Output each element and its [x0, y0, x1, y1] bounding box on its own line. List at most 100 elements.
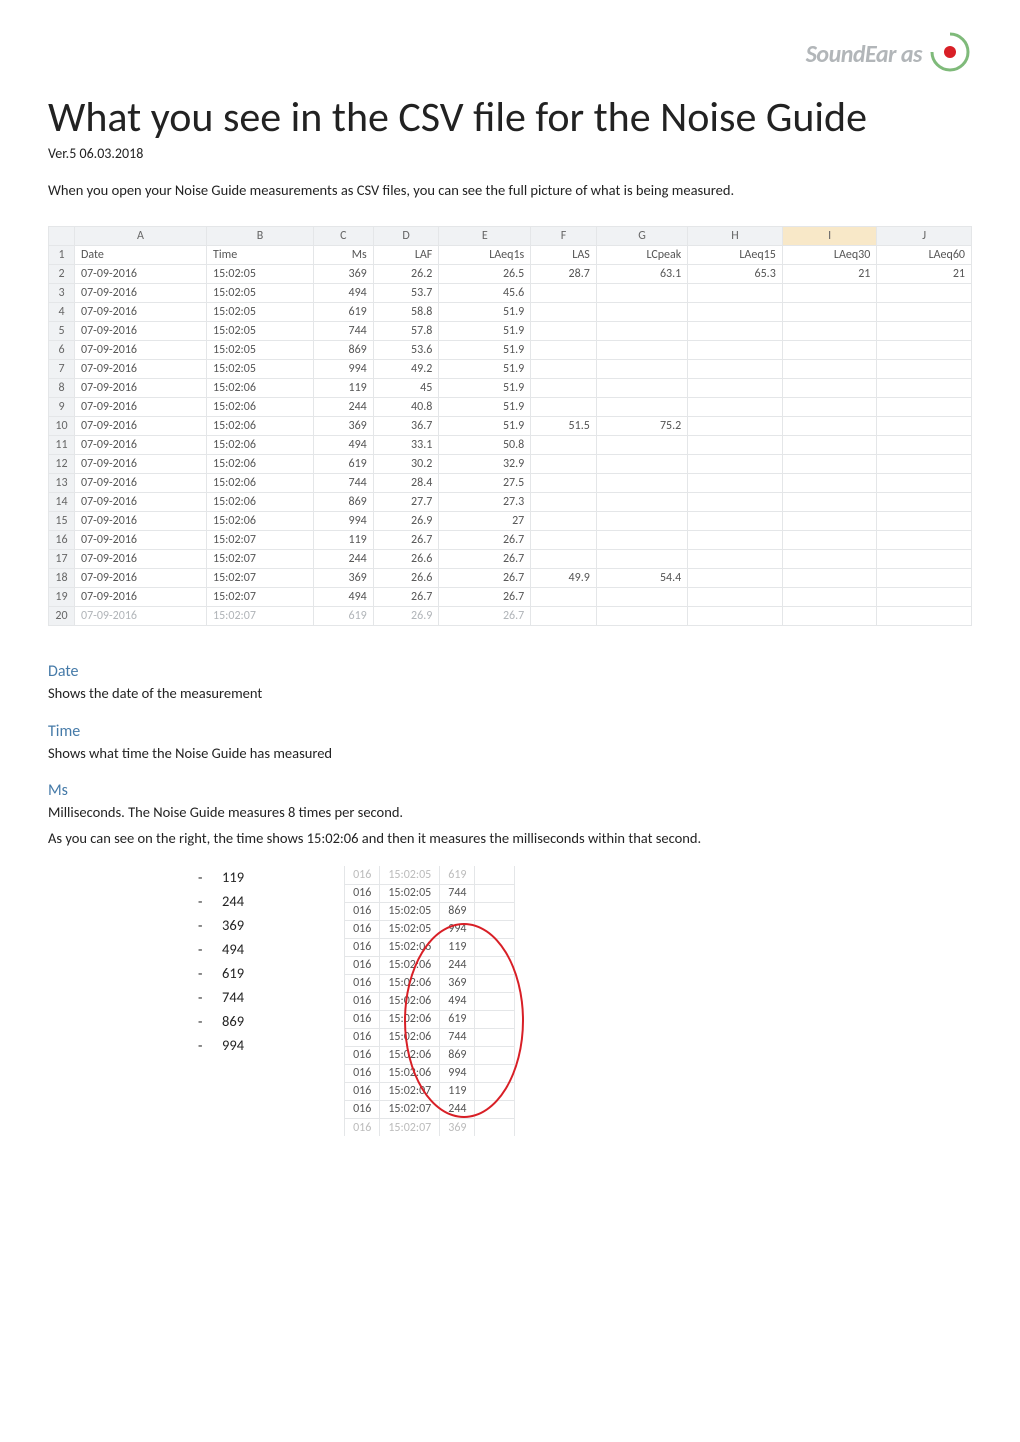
cell: 28.4	[373, 474, 439, 493]
cell: 51.9	[439, 398, 531, 417]
cell: 016	[345, 1010, 380, 1028]
cell	[782, 569, 877, 588]
cell: 369	[440, 974, 475, 992]
cell: 51.9	[439, 360, 531, 379]
cell: 15:02:05	[207, 303, 314, 322]
cell: 016	[345, 1100, 380, 1118]
logo-text: SoundEar as	[806, 40, 922, 74]
row-number: 10	[49, 417, 75, 436]
mini-spreadsheet: 01615:02:0561901615:02:0574401615:02:058…	[344, 866, 515, 1136]
cell	[596, 284, 687, 303]
cell	[596, 398, 687, 417]
cell: 26.7	[439, 569, 531, 588]
cell	[782, 417, 877, 436]
cell	[782, 284, 877, 303]
cell: 15:02:07	[207, 550, 314, 569]
cell	[531, 379, 597, 398]
cell	[596, 474, 687, 493]
cell	[877, 360, 972, 379]
cell	[596, 512, 687, 531]
cell: 45	[373, 379, 439, 398]
cell: 15:02:05	[380, 884, 440, 902]
cell: 016	[345, 974, 380, 992]
cell: 15:02:06	[207, 493, 314, 512]
list-item: 619	[198, 962, 244, 986]
cell: 07-09-2016	[75, 512, 207, 531]
cell: 26.9	[373, 512, 439, 531]
section-time-heading: Time	[48, 722, 972, 741]
cell: 016	[345, 884, 380, 902]
cell	[877, 417, 972, 436]
cell: 15:02:06	[380, 1010, 440, 1028]
cell: 619	[440, 866, 475, 884]
list-item: 369	[198, 914, 244, 938]
target-icon	[928, 30, 972, 74]
version-line: Ver.5 06.03.2018	[48, 145, 972, 162]
cell: 016	[345, 992, 380, 1010]
cell: 15:02:06	[207, 436, 314, 455]
cell	[877, 341, 972, 360]
list-item: 244	[198, 890, 244, 914]
column-letter: G	[596, 227, 687, 246]
cell: 51.9	[439, 379, 531, 398]
cell: 15:02:06	[207, 474, 314, 493]
cell: 07-09-2016	[75, 417, 207, 436]
cell: 619	[313, 303, 373, 322]
cell: 15:02:05	[207, 341, 314, 360]
cell	[877, 455, 972, 474]
row-number: 13	[49, 474, 75, 493]
cell: 26.5	[439, 265, 531, 284]
cell	[782, 493, 877, 512]
column-letter: H	[688, 227, 783, 246]
cell: 45.6	[439, 284, 531, 303]
cell	[596, 588, 687, 607]
spreadsheet: ABCDEFGHIJ 1DateTimeMsLAFLAeq1sLASLCpeak…	[48, 226, 972, 626]
cell: 15:02:06	[207, 512, 314, 531]
list-item: 119	[198, 866, 244, 890]
cell: LAeq1s	[439, 246, 531, 265]
cell: 15:02:05	[207, 265, 314, 284]
cell: 016	[345, 920, 380, 938]
cell	[688, 322, 783, 341]
cell: 15:02:07	[380, 1118, 440, 1136]
cell	[877, 379, 972, 398]
cell	[877, 588, 972, 607]
cell: 27.3	[439, 493, 531, 512]
cell: 07-09-2016	[75, 398, 207, 417]
cell	[688, 531, 783, 550]
cell: 744	[440, 884, 475, 902]
cell	[531, 531, 597, 550]
row-number: 12	[49, 455, 75, 474]
cell: 994	[313, 360, 373, 379]
cell: 65.3	[688, 265, 783, 284]
cell: 016	[345, 1118, 380, 1136]
cell: 07-09-2016	[75, 474, 207, 493]
cell	[688, 360, 783, 379]
cell	[688, 455, 783, 474]
column-letter: C	[313, 227, 373, 246]
cell	[531, 455, 597, 474]
cell: 15:02:05	[380, 920, 440, 938]
cell	[782, 303, 877, 322]
cell: 26.6	[373, 569, 439, 588]
cell	[688, 493, 783, 512]
cell: 619	[313, 455, 373, 474]
cell: 51.9	[439, 322, 531, 341]
cell	[877, 531, 972, 550]
cell: 15:02:06	[380, 1028, 440, 1046]
cell: 32.9	[439, 455, 531, 474]
cell: 744	[313, 474, 373, 493]
column-letter: F	[531, 227, 597, 246]
cell	[877, 512, 972, 531]
cell	[531, 341, 597, 360]
cell: LAeq30	[782, 246, 877, 265]
cell: LAeq60	[877, 246, 972, 265]
section-ms-body: Milliseconds. The Noise Guide measures 8…	[48, 802, 972, 822]
cell	[877, 398, 972, 417]
cell	[596, 360, 687, 379]
cell	[877, 569, 972, 588]
cell	[531, 284, 597, 303]
cell: 244	[313, 550, 373, 569]
cell	[688, 398, 783, 417]
cell: 26.9	[373, 607, 439, 626]
